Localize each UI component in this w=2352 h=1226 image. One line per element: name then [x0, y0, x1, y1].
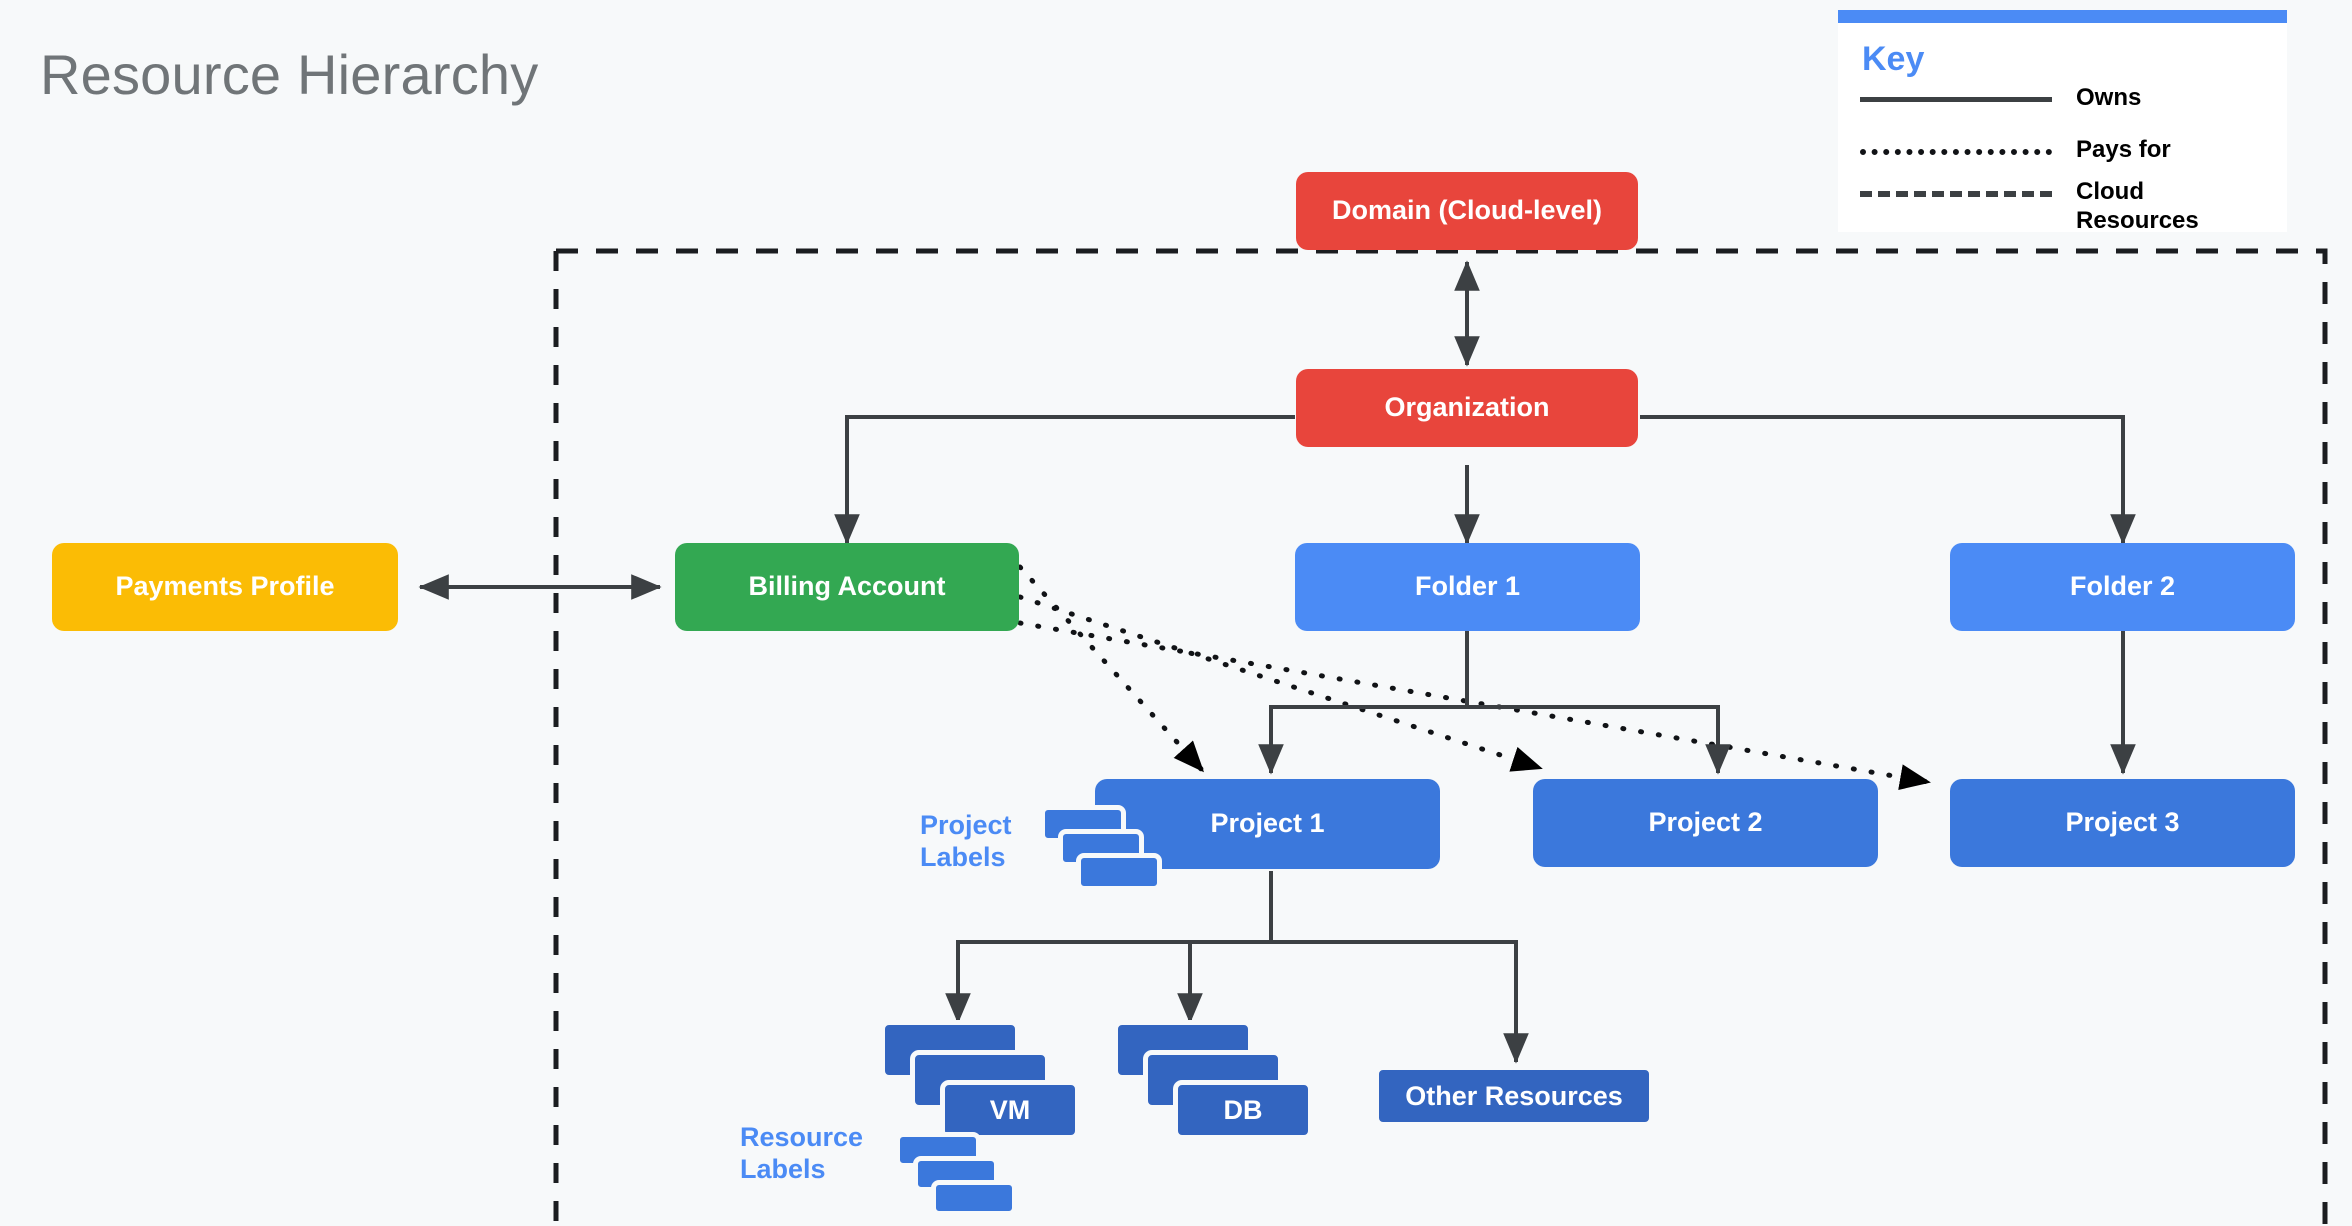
key-row-owns: Owns — [1838, 78, 2287, 120]
node-payments-profile[interactable]: Payments Profile — [52, 543, 398, 631]
key-label-owns: Owns — [2076, 84, 2142, 111]
key-title: Key — [1862, 40, 1925, 78]
node-folder-1[interactable]: Folder 1 — [1295, 543, 1640, 631]
node-folder-1-label: Folder 1 — [1414, 571, 1521, 602]
node-vm-label: VM — [989, 1094, 1031, 1125]
key-label-cloud-resources-line-1: Cloud — [2076, 178, 2144, 205]
node-project-2-label: Project 2 — [1648, 807, 1763, 838]
key-label-pays-for: Pays for — [2076, 136, 2171, 163]
edge-folder1-projects — [1258, 625, 1731, 775]
node-project-3-label: Project 3 — [2065, 807, 2180, 838]
node-folder-2-label: Folder 2 — [2069, 571, 2176, 602]
resource-labels-caption: Resource Labels — [740, 1122, 900, 1186]
resource-label-chip-3 — [931, 1180, 1017, 1216]
node-organization-label: Organization — [1384, 392, 1550, 423]
vm-box-front: VM — [940, 1080, 1080, 1140]
key-row-pays-for: Pays for — [1838, 130, 2287, 172]
node-project-3[interactable]: Project 3 — [1950, 779, 2295, 867]
resource-labels-caption-line-2: Labels — [740, 1153, 826, 1184]
resource-group-db[interactable]: DB — [1113, 1020, 1333, 1160]
dashed-line-icon — [1860, 191, 2052, 197]
resource-labels-caption-line-1: Resource — [740, 1122, 864, 1152]
node-domain[interactable]: Domain (Cloud-level) — [1296, 172, 1638, 250]
resource-labels-chip-stack[interactable] — [895, 1132, 1025, 1226]
page-title: Resource Hierarchy — [40, 43, 539, 106]
diagram-canvas: Resource Hierarchy Domain (Cloud-level) … — [0, 0, 2352, 1226]
node-folder-2[interactable]: Folder 2 — [1950, 543, 2295, 631]
node-db-label: DB — [1223, 1094, 1263, 1125]
key-header-bar — [1838, 10, 2287, 23]
solid-line-icon — [1860, 97, 2052, 102]
project-labels-caption: Project Labels — [920, 810, 1050, 874]
node-payments-profile-label: Payments Profile — [115, 571, 335, 602]
key-label-cloud-resources-line-2: Resources — [2076, 207, 2199, 235]
key-label-cloud-resources: Cloud Resources — [2076, 177, 2226, 236]
node-organization[interactable]: Organization — [1296, 369, 1638, 447]
project-label-chip-3 — [1076, 853, 1162, 891]
node-domain-label: Domain (Cloud-level) — [1331, 195, 1602, 226]
node-project-2[interactable]: Project 2 — [1533, 779, 1878, 867]
node-billing-account[interactable]: Billing Account — [675, 543, 1019, 631]
node-billing-account-label: Billing Account — [748, 571, 946, 602]
node-other-resources-label: Other Resources — [1405, 1080, 1623, 1111]
project-labels-caption-line-1: Project — [920, 810, 1012, 840]
node-other-resources[interactable]: Other Resources — [1374, 1065, 1654, 1127]
db-box-front: DB — [1173, 1080, 1313, 1140]
dotted-line-icon — [1860, 149, 2052, 155]
key-legend-panel: Key Owns Pays for Cloud Resources — [1838, 10, 2287, 234]
project-labels-caption-line-2: Labels — [920, 841, 1006, 872]
project-labels-chip-stack[interactable] — [1040, 805, 1170, 895]
key-row-cloud-resources: Cloud Resources — [1838, 172, 2287, 234]
node-project-1-label: Project 1 — [1210, 808, 1325, 839]
